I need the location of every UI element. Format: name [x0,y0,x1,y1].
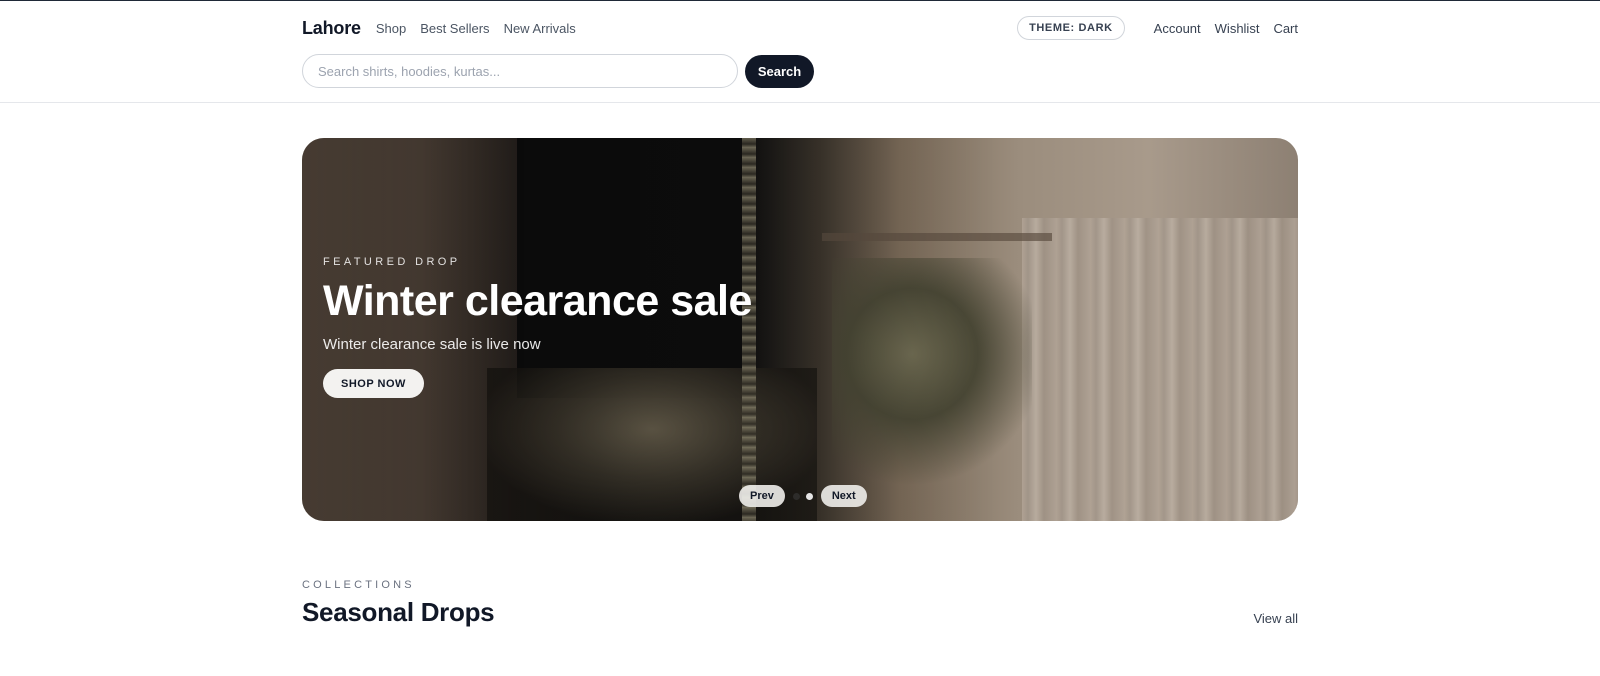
carousel-dot-1[interactable] [792,492,800,500]
search-bar: Search [302,54,814,88]
hero-eyebrow: FEATURED DROP [323,256,461,268]
search-input[interactable] [302,54,738,88]
hero-content: FEATURED DROP Winter clearance sale Wint… [323,256,752,398]
nav-link-new-arrivals[interactable]: New Arrivals [504,21,576,36]
account-link[interactable]: Account [1154,21,1201,36]
collections-eyebrow: COLLECTIONS [302,579,415,591]
search-button[interactable]: Search [745,54,814,88]
collections-title: Seasonal Drops [302,597,495,627]
hero-title: Winter clearance sale [323,277,752,325]
theme-toggle-button[interactable]: THEME: DARK [1017,16,1125,40]
top-nav-bar: Lahore Shop Best Sellers New Arrivals TH… [302,15,1298,41]
nav-link-shop[interactable]: Shop [376,21,406,36]
carousel-next-button[interactable]: Next [820,485,867,507]
view-all-link[interactable]: View all [1253,611,1298,626]
site-logo[interactable]: Lahore [302,18,361,39]
site-header: Lahore Shop Best Sellers New Arrivals TH… [0,1,1600,103]
nav-link-best-sellers[interactable]: Best Sellers [420,21,489,36]
hero-subtitle: Winter clearance sale is live now [323,336,541,353]
carousel-prev-button[interactable]: Prev [739,485,785,507]
collections-section: COLLECTIONS Seasonal Drops View all [302,579,1298,628]
shop-now-button[interactable]: SHOP NOW [323,369,424,398]
carousel-dot-2-active[interactable] [805,492,813,500]
cart-link[interactable]: Cart [1273,21,1298,36]
hero-banner: FEATURED DROP Winter clearance sale Wint… [302,138,1298,521]
wishlist-link[interactable]: Wishlist [1215,21,1260,36]
carousel-controls: Prev Next [739,485,867,507]
